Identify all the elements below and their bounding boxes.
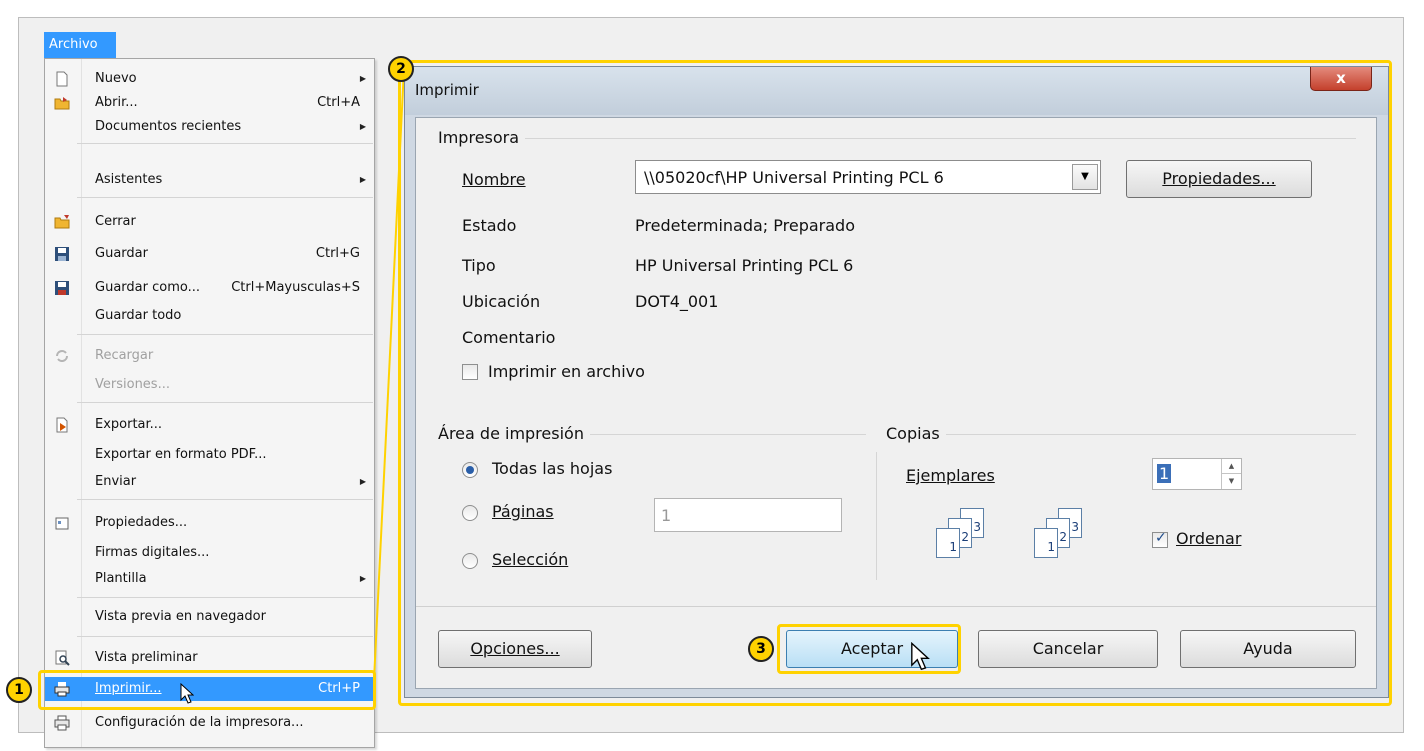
menu-item-versiones[interactable]: Versiones...	[45, 373, 374, 397]
menu-separator	[77, 143, 373, 144]
export-icon	[56, 417, 68, 433]
save-as-icon	[55, 281, 69, 295]
menu-archivo[interactable]: Archivo	[44, 32, 116, 58]
step-badge-3: 3	[748, 636, 774, 662]
menu-separator	[77, 597, 373, 598]
print-preview-icon	[55, 650, 70, 666]
submenu-arrow-icon: ▶	[359, 574, 366, 583]
printer-settings-icon	[54, 715, 70, 731]
reload-icon	[56, 350, 68, 362]
highlight-step-3	[777, 624, 961, 674]
close-folder-icon	[54, 215, 70, 229]
menu-item-guardar-como[interactable]: Guardar como... Ctrl+Mayusculas+S	[45, 276, 374, 300]
menu-item-recargar[interactable]: Recargar	[45, 344, 374, 368]
submenu-arrow-icon: ▶	[359, 74, 366, 83]
mouse-cursor-icon	[180, 683, 194, 704]
menu-item-exportar-pdf[interactable]: Exportar en formato PDF...	[45, 443, 374, 467]
highlight-step-1	[38, 670, 376, 710]
menu-separator	[77, 334, 373, 335]
new-document-icon	[56, 71, 68, 87]
open-folder-icon	[54, 97, 70, 110]
step-badge-2: 2	[388, 56, 414, 82]
properties-icon	[55, 517, 69, 530]
menu-item-plantilla[interactable]: Plantilla ▶	[45, 567, 374, 591]
menu-item-nuevo[interactable]: Nuevo ▶	[45, 67, 374, 91]
menu-separator	[77, 636, 373, 637]
submenu-arrow-icon: ▶	[359, 175, 366, 184]
menu-item-asistentes[interactable]: Asistentes ▶	[45, 168, 374, 192]
menu-item-guardar-todo[interactable]: Guardar todo	[45, 304, 374, 328]
menu-item-guardar[interactable]: Guardar Ctrl+G	[45, 242, 374, 266]
menu-item-vista-preliminar[interactable]: Vista preliminar	[45, 646, 374, 670]
menu-item-abrir[interactable]: Abrir... Ctrl+A	[45, 91, 374, 115]
file-menu: Nuevo ▶ Abrir... Ctrl+A Documentos recient…	[44, 58, 375, 748]
submenu-arrow-icon: ▶	[359, 122, 366, 131]
highlight-step-2	[398, 60, 1392, 706]
menu-separator	[77, 402, 373, 403]
menu-item-firmas-digitales[interactable]: Firmas digitales...	[45, 541, 374, 565]
mouse-cursor-icon	[911, 642, 930, 671]
step-badge-1: 1	[6, 677, 32, 703]
menu-item-cerrar[interactable]: Cerrar	[45, 210, 374, 234]
menu-item-enviar[interactable]: Enviar ▶	[45, 470, 374, 494]
menu-separator	[77, 499, 373, 500]
menu-gutter	[81, 59, 82, 747]
menu-item-exportar[interactable]: Exportar...	[45, 413, 374, 437]
menu-item-configuracion-impresora[interactable]: Configuración de la impresora...	[45, 711, 374, 735]
menu-item-vista-previa-navegador[interactable]: Vista previa en navegador	[45, 605, 374, 629]
submenu-arrow-icon: ▶	[359, 477, 366, 486]
menu-separator	[77, 197, 373, 198]
menu-item-propiedades[interactable]: Propiedades...	[45, 511, 374, 535]
menu-item-documentos-recientes[interactable]: Documentos recientes ▶	[45, 115, 374, 139]
save-icon	[55, 247, 69, 261]
